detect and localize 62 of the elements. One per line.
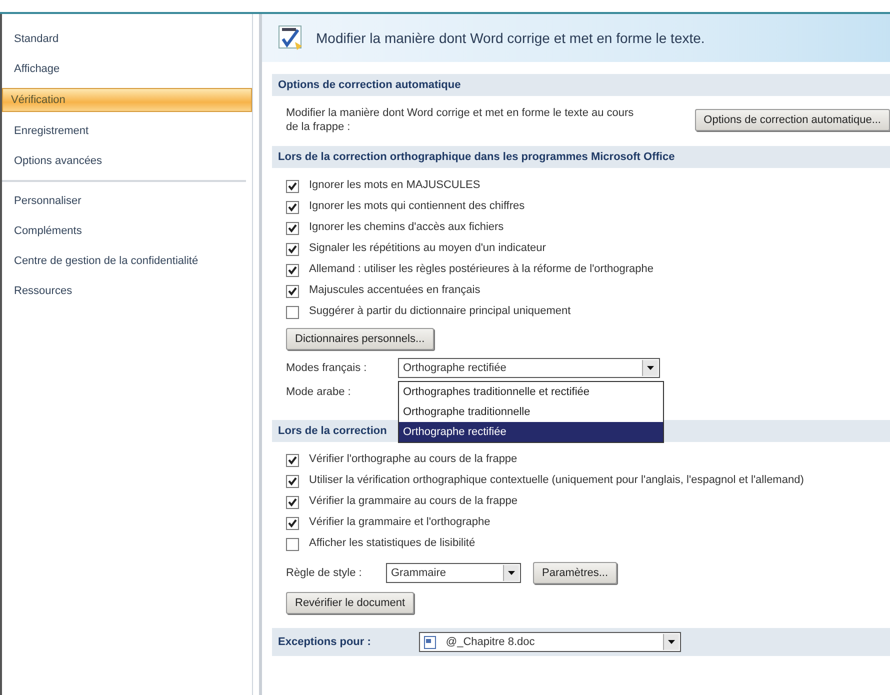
checkbox-label: Utiliser la vérification orthographique contextuelle (uniquement pour l'anglais, l'espagnol et l'allemand) (309, 473, 804, 488)
check-icon (288, 203, 297, 212)
field-label: Mode arabe : (286, 386, 352, 398)
checkbox[interactable] (286, 243, 299, 256)
action-button[interactable]: Dictionnaires personnels... (286, 328, 434, 350)
field-label: Exceptions pour : (278, 636, 371, 648)
dropdown-option[interactable]: Orthographes traditionnelle et rectifiée (399, 382, 663, 402)
checkbox-label: Majuscules accentuées en français (309, 283, 480, 298)
check-icon (288, 519, 297, 528)
style-dropdown[interactable]: Grammaire (386, 563, 521, 583)
section-header: Lors de la correction orthographique dans les programmes Microsoft Office (272, 146, 890, 168)
page-title: Modifier la manière dont Word corrige et met en forme le texte. (316, 30, 705, 46)
description-text: Modifier la manière dont Word corrige et met en forme le texte au cours de la frappe : (286, 106, 635, 134)
action-button[interactable]: Revérifier le document (286, 592, 414, 614)
document-dropdown[interactable]: @_Chapitre 8.doc (418, 632, 681, 652)
field-label: Modes français : (286, 362, 368, 374)
check-icon (288, 245, 297, 254)
field-label: Règle de style : (286, 567, 363, 579)
checkbox[interactable] (286, 306, 299, 319)
sidebar-item[interactable]: Centre de gestion de la confidentialité (2, 250, 252, 272)
sidebar-item[interactable]: Vérification (2, 88, 252, 112)
document-icon (424, 636, 436, 648)
checkbox[interactable] (286, 222, 299, 235)
checkbox-label: Ignorer les chemins d'accès aux fichiers (309, 220, 504, 235)
checkbox-label: Suggérer à partir du dictionnaire principal uniquement (309, 304, 571, 319)
checkbox-label: Ignorer les mots qui contiennent des chiffres (309, 199, 525, 214)
sidebar-item[interactable]: Ressources (2, 280, 252, 302)
checkbox[interactable] (286, 475, 299, 488)
check-icon (288, 182, 297, 191)
checkbox-label: Vérifier l'orthographe au cours de la frappe (309, 452, 518, 467)
section-header: Options de correction automatique (272, 74, 890, 96)
dropdown-option[interactable]: Orthographe rectifiée (399, 422, 663, 442)
autocorrect-options-button[interactable]: Options de correction automatique... (694, 109, 890, 131)
settings-button[interactable]: Paramètres... (533, 562, 618, 584)
sidebar-item[interactable]: Compléments (2, 220, 252, 242)
checkbox-label: Afficher les statistiques de lisibilité (309, 536, 476, 551)
checkbox[interactable] (286, 517, 299, 530)
checkbox-label: Vérifier la grammaire et l'orthographe (309, 515, 490, 530)
sidebar-item[interactable]: Personnaliser (2, 190, 252, 212)
sidebar-item[interactable]: Standard (2, 28, 252, 50)
dropdown-option[interactable]: Orthographe traditionnelle (399, 402, 663, 422)
check-icon (288, 266, 297, 275)
sidebar-item[interactable]: Affichage (2, 58, 252, 80)
checkbox[interactable] (286, 454, 299, 467)
checkbox[interactable] (286, 538, 299, 551)
sidebar-item[interactable]: Options avancées (2, 150, 252, 172)
abc-check-icon (278, 25, 304, 51)
check-icon (288, 456, 297, 465)
sidebar-item[interactable]: Enregistrement (2, 120, 252, 142)
checkbox[interactable] (286, 496, 299, 509)
checkbox-label: Allemand : utiliser les règles postérieures à la réforme de l'orthographe (309, 262, 654, 277)
check-icon (288, 224, 297, 233)
check-icon (288, 498, 297, 507)
checkbox[interactable] (286, 180, 299, 193)
checkbox[interactable] (286, 285, 299, 298)
checkbox-label: Ignorer les mots en MAJUSCULES (309, 178, 480, 193)
checkbox[interactable] (286, 201, 299, 214)
checkbox-label: Vérifier la grammaire au cours de la frappe (309, 494, 518, 509)
checkbox[interactable] (286, 264, 299, 277)
check-icon (288, 287, 297, 296)
check-icon (288, 477, 297, 486)
checkbox-label: Signaler les répétitions au moyen d'un indicateur (309, 241, 546, 256)
